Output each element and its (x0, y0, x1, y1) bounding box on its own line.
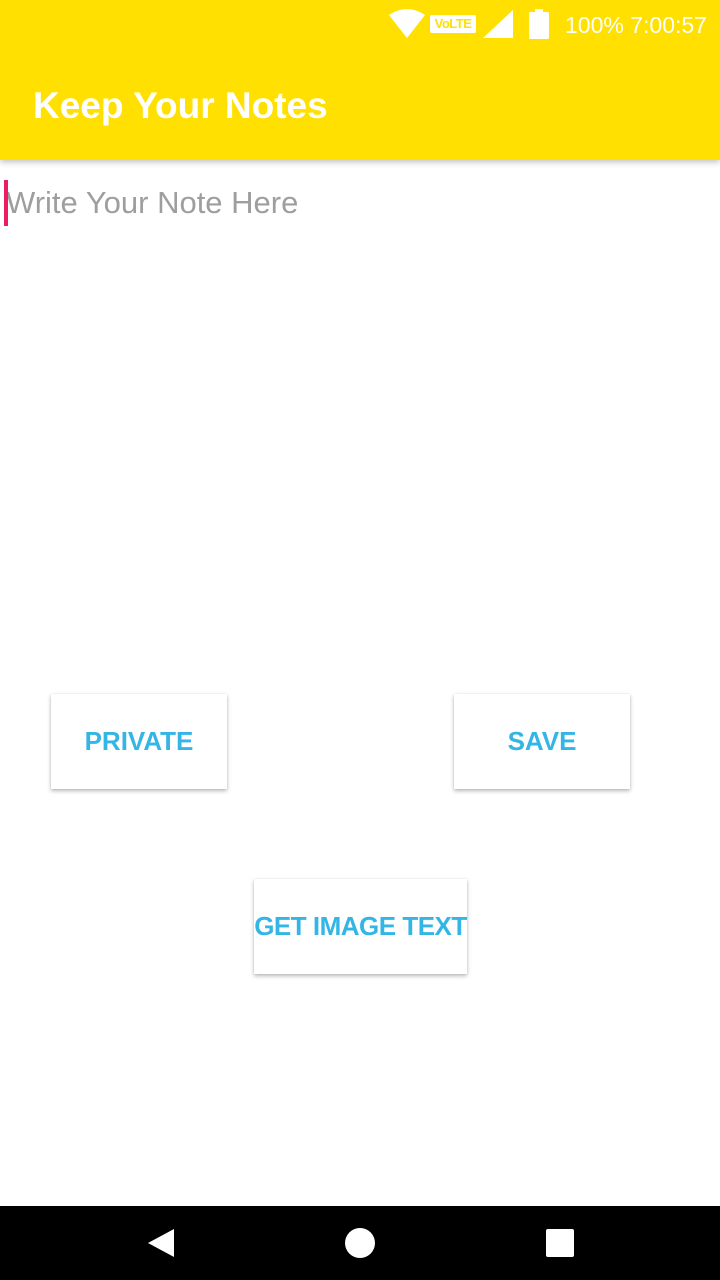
clock: 7:00:57 (630, 12, 707, 38)
app-bar: VoLTE 100% 7:00:57 Keep Your Notes (0, 0, 720, 160)
text-cursor (4, 180, 8, 226)
status-text: 100% 7:00:57 (565, 10, 707, 40)
recents-icon[interactable] (540, 1225, 580, 1261)
wifi-icon (389, 9, 425, 38)
signal-icon (483, 10, 513, 38)
battery-percentage: 100% (565, 12, 624, 38)
battery-icon (529, 9, 549, 39)
volte-icon: VoLTE (430, 15, 476, 33)
status-bar: VoLTE 100% 7:00:57 (0, 0, 720, 48)
home-icon[interactable] (340, 1225, 380, 1261)
save-button[interactable]: SAVE (454, 694, 630, 789)
app-title: Keep Your Notes (33, 85, 328, 126)
private-button[interactable]: PRIVATE (51, 694, 227, 789)
get-image-text-button[interactable]: GET IMAGE TEXT (254, 879, 467, 974)
navigation-bar (0, 1206, 720, 1280)
back-icon[interactable] (140, 1225, 180, 1261)
note-input[interactable] (4, 178, 704, 228)
